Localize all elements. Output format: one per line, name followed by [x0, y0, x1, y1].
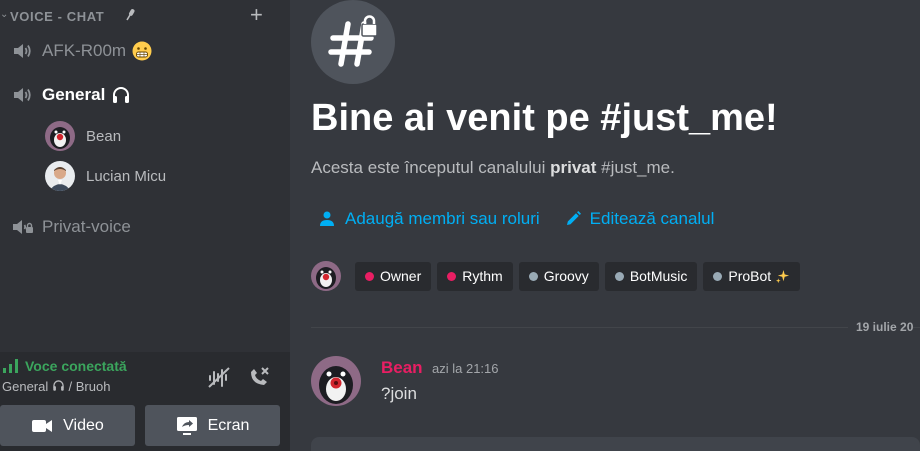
- message-timestamp: azi la 21:16: [432, 361, 499, 376]
- disconnect-icon[interactable]: [246, 364, 272, 390]
- intro-bold: privat: [550, 158, 597, 177]
- message-avatar[interactable]: [311, 356, 361, 406]
- role-pill-probot[interactable]: ProBot: [703, 261, 801, 291]
- channel-intro: Acesta este începutul canalului privat #…: [311, 158, 675, 178]
- grimacing-face-emoji: [132, 41, 152, 61]
- role-color-dot: [528, 271, 538, 281]
- role-name: Owner: [380, 268, 422, 284]
- hash-lock-icon: [328, 15, 378, 67]
- screen-label: Ecran: [207, 416, 250, 434]
- speaker-icon: [14, 88, 31, 102]
- speaker-icon: [14, 44, 31, 58]
- screen-share-button[interactable]: Ecran: [145, 405, 280, 446]
- role-color-dot: [447, 271, 457, 281]
- voice-category-header[interactable]: ⌄ VOICE - CHAT +: [0, 4, 290, 26]
- intro-channel: #just_me.: [596, 158, 675, 177]
- voice-channel-afk[interactable]: AFK-R00m: [10, 37, 280, 65]
- voice-user-name: Bean: [86, 127, 122, 145]
- voice-user-lucian[interactable]: Lucian Micu: [45, 161, 166, 191]
- message-content: ?join: [381, 384, 417, 403]
- screen-share-icon: [176, 416, 197, 435]
- channel-name: General: [42, 85, 106, 104]
- intro-text: Acesta este începutul canalului: [311, 158, 551, 177]
- voice-channel-info[interactable]: General / Bruoh: [2, 379, 110, 394]
- channel-actions: Adaugă membri sau roluri Editează canalu…: [319, 209, 738, 229]
- edit-channel-link[interactable]: Editează canalul: [564, 209, 715, 229]
- voice-channel-name: General: [2, 379, 49, 394]
- voice-channel-general[interactable]: General: [10, 81, 280, 109]
- role-name: ProBot: [728, 268, 772, 284]
- role-pill-botmusic[interactable]: BotMusic: [604, 261, 698, 291]
- channel-sidebar: ⌄ VOICE - CHAT + AFK-R00m General Bean L…: [0, 0, 290, 451]
- video-button[interactable]: Video: [0, 405, 135, 446]
- pencil-icon: [566, 211, 581, 225]
- channel-access-row: Owner Rythm Groovy BotMusic ProBot: [311, 261, 806, 291]
- chat-area: Bine ai venit pe #just_me! Acesta este î…: [290, 0, 920, 451]
- role-name: Groovy: [543, 268, 589, 284]
- noise-suppression-icon[interactable]: [206, 364, 232, 390]
- channel-name: AFK-R00m: [42, 41, 127, 60]
- voice-user-bean[interactable]: Bean: [45, 121, 121, 151]
- role-pill-rythm[interactable]: Rythm: [437, 261, 513, 291]
- role-color-dot: [365, 271, 374, 281]
- message-composer[interactable]: [311, 437, 920, 451]
- edit-channel-label: Editează canalul: [589, 209, 715, 228]
- role-color-dot: [614, 271, 624, 281]
- signal-bars-icon: [3, 359, 18, 373]
- headphones-emoji: [53, 380, 64, 391]
- date-divider-label: 19 iulie 20: [848, 320, 914, 334]
- person-icon: [320, 211, 334, 226]
- chevron-down-icon: ⌄: [0, 9, 9, 20]
- separator: /: [68, 379, 73, 394]
- avatar[interactable]: [311, 261, 341, 291]
- camera-icon: [32, 419, 53, 432]
- add-members-link[interactable]: Adaugă membri sau roluri: [319, 209, 540, 229]
- headphones-emoji: [113, 87, 130, 103]
- avatar: [45, 161, 75, 191]
- voice-connection-panel: Voce conectată General / Bruoh Video Ecr…: [0, 352, 290, 451]
- welcome-heading: Bine ai venit pe #just_me!: [311, 97, 778, 139]
- message-author[interactable]: Bean: [381, 358, 423, 378]
- channel-name: Privat-voice: [42, 217, 131, 236]
- sparkles-emoji: [776, 269, 790, 283]
- voice-status[interactable]: Voce conectată: [2, 358, 127, 374]
- date-divider-line: [311, 327, 920, 328]
- add-channel-icon[interactable]: +: [250, 4, 263, 26]
- video-label: Video: [63, 416, 104, 434]
- add-members-label: Adaugă membri sau roluri: [345, 209, 540, 228]
- speaker-locked-icon: [13, 220, 33, 234]
- category-label: VOICE - CHAT: [10, 9, 105, 24]
- microphone-icon: [126, 9, 135, 21]
- voice-user-name: Lucian Micu: [86, 167, 167, 185]
- role-pill-owner[interactable]: Owner: [355, 261, 432, 291]
- role-name: Rythm: [462, 268, 503, 284]
- voice-status-text: Voce conectată: [25, 358, 127, 374]
- role-name: BotMusic: [629, 268, 688, 284]
- voice-channel-privat[interactable]: Privat-voice: [10, 213, 280, 241]
- avatar: [45, 121, 75, 151]
- role-color-dot: [713, 271, 723, 281]
- server-name: Bruoh: [75, 379, 111, 394]
- private-channel-icon: [311, 0, 395, 84]
- role-pill-groovy[interactable]: Groovy: [518, 261, 599, 291]
